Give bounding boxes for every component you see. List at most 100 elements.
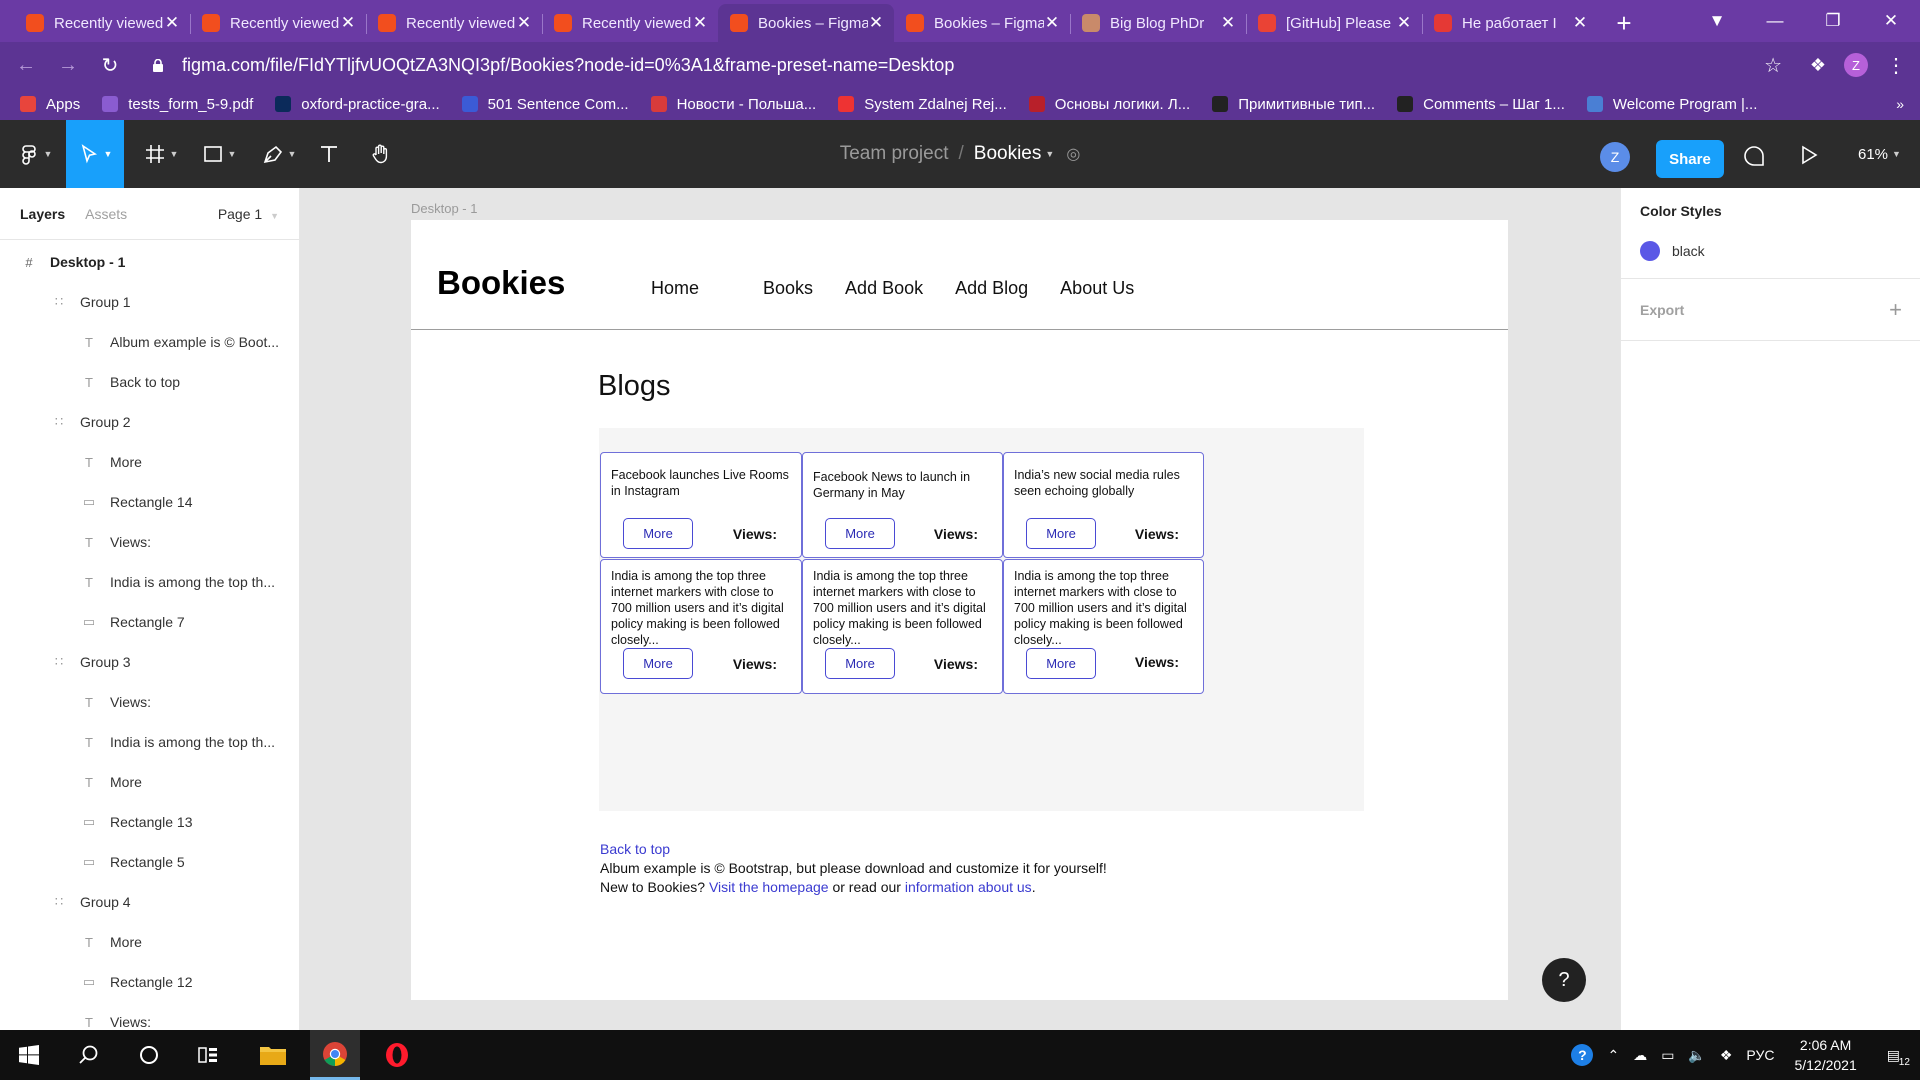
layer-row[interactable]: T Views: <box>0 1002 299 1030</box>
layer-row[interactable]: T India is among the top th... <box>0 722 299 762</box>
layer-row[interactable]: T Views: <box>0 682 299 722</box>
page-selector[interactable]: Page 1 ▼ <box>218 206 279 222</box>
extensions-icon[interactable]: ❖ <box>1810 55 1826 76</box>
url-input[interactable]: figma.com/file/FIdYTljfvUOQtZA3NQI3pf/Bo… <box>138 48 1770 82</box>
task-view-icon[interactable] <box>184 1030 234 1080</box>
more-button[interactable]: More <box>825 518 895 549</box>
forward-icon[interactable]: → <box>52 54 84 77</box>
cortana-icon[interactable] <box>124 1030 174 1080</box>
tab-search-icon[interactable]: ▼ <box>1688 11 1746 31</box>
homepage-link[interactable]: Visit the homepage <box>709 879 829 895</box>
layer-row[interactable]: ▭ Rectangle 7 <box>0 602 299 642</box>
close-tab-icon[interactable]: ✕ <box>1044 13 1060 33</box>
bookmark-item[interactable]: 501 Sentence Com... <box>461 96 629 113</box>
figma-menu-button[interactable]: ▼ <box>10 120 60 188</box>
layer-row[interactable]: T Views: <box>0 522 299 562</box>
file-name[interactable]: Bookies <box>974 143 1042 165</box>
network-icon[interactable]: ☁ <box>1633 1047 1647 1064</box>
tab-layers[interactable]: Layers <box>20 206 65 222</box>
opera-icon[interactable] <box>372 1030 422 1080</box>
browser-tab[interactable]: Recently viewed ✕ <box>542 4 718 42</box>
bookmark-item[interactable]: Comments – Шаг 1... <box>1397 96 1565 113</box>
new-tab-button[interactable]: + <box>1604 4 1644 42</box>
bookmark-item[interactable]: oxford-practice-gra... <box>275 96 440 113</box>
bookmark-item[interactable]: Apps <box>20 96 80 113</box>
layer-row[interactable]: T Album example is © Boot... <box>0 322 299 362</box>
search-icon[interactable] <box>64 1030 114 1080</box>
layer-row[interactable]: ▭ Rectangle 5 <box>0 842 299 882</box>
bookmark-item[interactable]: System Zdalnej Rej... <box>838 96 1007 113</box>
layer-row[interactable]: ∷ Group 1 <box>0 282 299 322</box>
add-export-icon[interactable]: + <box>1889 297 1902 323</box>
restore-icon[interactable]: ❐ <box>1804 11 1862 31</box>
color-style-item[interactable]: black <box>1621 234 1920 278</box>
browser-tab[interactable]: Big Blog PhDr ✕ <box>1070 4 1246 42</box>
minimize-icon[interactable]: — <box>1746 11 1804 31</box>
pen-tool[interactable]: ▼ <box>256 120 302 188</box>
volume-icon[interactable]: 🔈 <box>1688 1047 1705 1064</box>
close-tab-icon[interactable]: ✕ <box>1220 13 1236 33</box>
profile-avatar[interactable]: Z <box>1844 53 1868 77</box>
browser-tab[interactable]: Recently viewed ✕ <box>14 4 190 42</box>
chrome-icon[interactable] <box>310 1030 360 1080</box>
chevron-up-icon[interactable]: ⌃ <box>1607 1047 1619 1064</box>
more-button[interactable]: More <box>1026 518 1096 549</box>
battery-icon[interactable]: ▭ <box>1661 1047 1674 1064</box>
browser-tab[interactable]: Bookies – Figma ✕ <box>894 4 1070 42</box>
layer-row[interactable]: ∷ Group 3 <box>0 642 299 682</box>
layer-row[interactable]: T Back to top <box>0 362 299 402</box>
close-tab-icon[interactable]: ✕ <box>868 13 884 33</box>
hand-tool[interactable] <box>364 120 398 188</box>
more-button[interactable]: More <box>623 648 693 679</box>
browser-tab[interactable]: Bookies – Figma ✕ <box>718 4 894 42</box>
design-canvas[interactable]: Desktop - 1 Bookies Home Books Add Book … <box>300 188 1620 1030</box>
close-tab-icon[interactable]: ✕ <box>1396 13 1412 33</box>
bookmark-item[interactable]: tests_form_5-9.pdf <box>102 96 253 113</box>
close-tab-icon[interactable]: ✕ <box>692 13 708 33</box>
nav-books[interactable]: Books <box>763 278 813 299</box>
frame-label[interactable]: Desktop - 1 <box>411 201 477 216</box>
browser-tab[interactable]: Recently viewed ✕ <box>366 4 542 42</box>
close-window-icon[interactable]: ✕ <box>1862 11 1920 31</box>
help-tray-icon[interactable]: ? <box>1571 1044 1594 1066</box>
zoom-menu[interactable]: 61% ▼ <box>1858 120 1901 188</box>
nav-add-blog[interactable]: Add Blog <box>955 278 1028 299</box>
layer-row[interactable]: ▭ Rectangle 13 <box>0 802 299 842</box>
share-button[interactable]: Share <box>1656 140 1724 178</box>
nav-home[interactable]: Home <box>651 278 699 299</box>
layer-row[interactable]: T More <box>0 922 299 962</box>
back-icon[interactable]: ← <box>10 54 42 77</box>
comment-icon[interactable] <box>1742 144 1766 168</box>
text-tool[interactable] <box>314 120 344 188</box>
back-to-top-link[interactable]: Back to top <box>600 841 670 857</box>
layer-row[interactable]: ▭ Rectangle 12 <box>0 962 299 1002</box>
close-tab-icon[interactable]: ✕ <box>164 13 180 33</box>
bookmarks-overflow-icon[interactable]: » <box>1896 96 1904 112</box>
about-link[interactable]: information about us <box>905 879 1032 895</box>
layer-row[interactable]: T More <box>0 442 299 482</box>
tab-assets[interactable]: Assets <box>85 206 127 222</box>
language-indicator[interactable]: РУС <box>1746 1047 1774 1063</box>
notification-center-icon[interactable]: ▤ 12 <box>1887 1047 1910 1068</box>
site-brand[interactable]: Bookies <box>437 264 565 302</box>
layer-row[interactable]: # Desktop - 1 <box>0 242 299 282</box>
shape-tool[interactable]: ▼ <box>196 120 242 188</box>
bookmark-item[interactable]: Основы логики. Л... <box>1028 96 1190 113</box>
more-button[interactable]: More <box>825 648 895 679</box>
chevron-down-icon[interactable]: ▼ <box>1045 149 1054 159</box>
browser-tab[interactable]: Не работает I ✕ <box>1422 4 1598 42</box>
layer-row[interactable]: T More <box>0 762 299 802</box>
layer-row[interactable]: T India is among the top th... <box>0 562 299 602</box>
frame-tool[interactable]: ▼ <box>138 120 184 188</box>
browser-menu-icon[interactable]: ⋮ <box>1886 53 1906 78</box>
dropbox-icon[interactable]: ❖ <box>1720 1047 1733 1064</box>
user-avatar[interactable]: Z <box>1600 142 1630 172</box>
more-button[interactable]: More <box>623 518 693 549</box>
close-tab-icon[interactable]: ✕ <box>340 13 356 33</box>
layer-row[interactable]: ▭ Rectangle 14 <box>0 482 299 522</box>
bookmark-item[interactable]: Welcome Program |... <box>1586 96 1757 113</box>
close-tab-icon[interactable]: ✕ <box>516 13 532 33</box>
help-button[interactable]: ? <box>1542 958 1586 1002</box>
present-play-icon[interactable] <box>1798 144 1820 166</box>
more-button[interactable]: More <box>1026 648 1096 679</box>
